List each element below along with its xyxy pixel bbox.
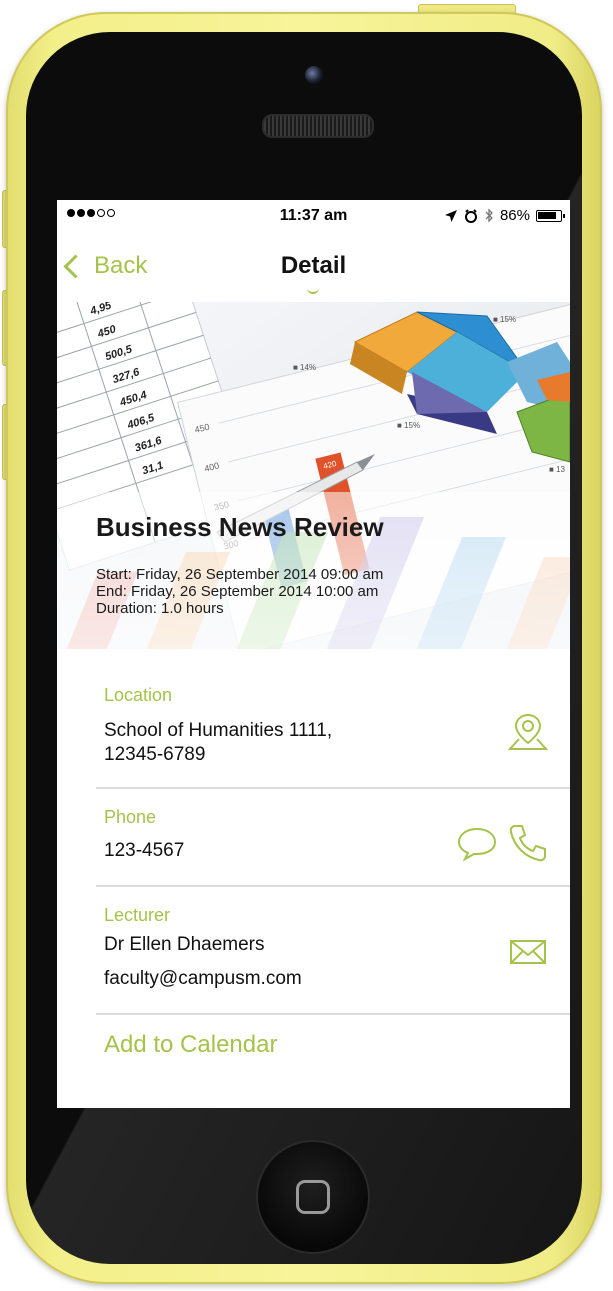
lecturer-label: Lecturer xyxy=(104,905,171,925)
pie-percent-label: ■ 13 xyxy=(549,465,566,474)
add-to-calendar-button[interactable]: Add to Calendar xyxy=(104,1031,277,1059)
lecturer-email[interactable]: faculty@campusm.com xyxy=(104,967,302,991)
status-bar: 11:37 am 86% xyxy=(57,200,570,232)
location-label: Location xyxy=(104,685,173,705)
alarm-icon xyxy=(464,208,477,223)
phone-row: Phone 123-4567 xyxy=(96,789,570,887)
event-duration: Duration: 1.0 hours xyxy=(96,600,224,617)
event-start: Start: Friday, 26 September 2014 09:00 a… xyxy=(96,566,384,583)
home-button[interactable] xyxy=(256,1140,370,1254)
event-header-image: 4,95 450 500,5 327,6 450,4 406,5 361,6 31,1 450… xyxy=(57,302,570,649)
event-times: Start: Friday, 26 September 2014 09:00 a… xyxy=(96,566,383,617)
phone-value: 123-4567 xyxy=(104,840,185,861)
pull-indicator xyxy=(307,286,319,294)
location-line-1: School of Humanities 1111, xyxy=(104,720,333,741)
earpiece-speaker xyxy=(262,114,374,138)
front-camera xyxy=(305,66,323,84)
event-title: Business News Review xyxy=(96,512,384,542)
page-title: Detail xyxy=(280,252,347,279)
battery-percent: 86% xyxy=(499,207,530,224)
location-row: Location School of Humanities 1111, 1234… xyxy=(96,649,570,789)
pie-percent-label: ■ 15% xyxy=(493,315,516,324)
lecturer-row: Lecturer Dr Ellen Dhaemers faculty@campu… xyxy=(96,887,570,1015)
map-pin-icon[interactable] xyxy=(506,709,550,758)
location-arrow-icon xyxy=(444,209,457,222)
event-end: End: Friday, 26 September 2014 10:00 am xyxy=(96,583,379,600)
lecturer-name: Dr Ellen Dhaemers xyxy=(104,934,265,955)
pie-percent-label: ■ 14% xyxy=(293,363,316,372)
pie-percent-label: ■ 15% xyxy=(397,421,420,430)
bluetooth-icon xyxy=(485,208,493,223)
mail-icon[interactable] xyxy=(508,937,548,972)
phone-label: Phone xyxy=(104,807,157,827)
status-right: 86% xyxy=(444,207,565,224)
home-square-icon xyxy=(296,1180,330,1214)
battery-icon xyxy=(536,209,565,222)
phone-screen: 11:37 am 86% Back Detail 4,95 450 500,5 … xyxy=(57,200,570,1108)
chat-bubble-icon[interactable] xyxy=(456,823,498,868)
navigation-bar: Back Detail xyxy=(57,232,570,302)
detail-list: Location School of Humanities 1111, 1234… xyxy=(57,649,570,1058)
phone-icon[interactable] xyxy=(506,821,550,870)
location-value: School of Humanities 1111, 12345-6789 xyxy=(104,719,332,767)
location-line-2: 12345-6789 xyxy=(104,744,206,765)
